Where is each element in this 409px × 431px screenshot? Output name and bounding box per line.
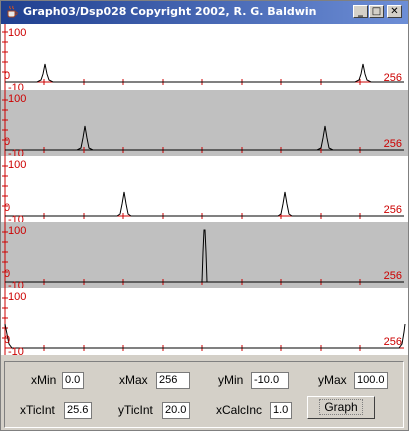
plot-3-trace [5,191,404,217]
plot-4-canvas [2,222,404,288]
plot-5-canvas [2,288,406,355]
ymin-label: yMin [218,373,244,387]
plot-4-y-zero-label: 0 [4,268,11,280]
xticint-label: xTicInt [20,403,55,417]
app-window: Graph03/Dsp028 Copyright 2002, R. G. Bal… [0,0,409,431]
plot-3-y-min-label: -10 [8,214,24,222]
plot-1-x-max-label: 256 [383,72,402,84]
plot-5-y-min-label: -10 [8,346,24,355]
plot-2-y-zero-label: 0 [4,136,11,148]
yticint-label: yTicInt [118,403,153,417]
plot-3-y-max-label: 100 [8,159,27,171]
plot-4-x-max-label: 256 [383,270,402,282]
plot-1-y-max-label: 100 [8,27,27,39]
plot-area: 100 0 -10 256 100 0 -10 256 100 0 -10 25… [1,24,408,355]
plot-3-x-max-label: 256 [383,204,402,216]
plot-4-trace [5,229,404,283]
plot-5: 100 0 -10 256 [1,288,408,355]
plot-1-y-min-label: -10 [8,82,24,90]
xmax-label: xMax [119,373,148,387]
controls-panel: xMin 0.0 xMax 256 yMin -10.0 yMax 100.0 … [4,361,404,428]
plot-4-y-min-label: -10 [8,280,24,288]
xmax-input[interactable]: 256 [156,372,190,389]
xticint-input[interactable]: 25.6 [64,402,92,419]
xmin-input[interactable]: 0.0 [62,372,84,389]
ymin-input[interactable]: -10.0 [251,372,289,389]
yticint-input[interactable]: 20.0 [162,402,190,419]
plot-3: 100 0 -10 256 [1,156,408,222]
plot-2-trace [5,125,404,151]
plot-1-canvas [2,24,404,90]
graph-button[interactable]: Graph [307,396,375,419]
plot-2-y-max-label: 100 [8,93,27,105]
ymax-label: yMax [318,373,347,387]
plot-1-y-zero-label: 0 [4,70,11,82]
minimize-button[interactable]: _ [353,5,368,18]
plot-5-x-max-label: 256 [383,336,402,348]
java-cup-icon [7,5,18,18]
plot-2-y-min-label: -10 [8,148,24,156]
plot-5-y-max-label: 100 [8,291,27,303]
xmin-label: xMin [31,373,57,387]
title-bar[interactable]: Graph03/Dsp028 Copyright 2002, R. G. Bal… [1,1,408,24]
plot-4-y-max-label: 100 [8,225,27,237]
plot-4: 100 0 -10 256 [1,222,408,288]
xcalcinc-label: xCalcInc [216,403,263,417]
plot-1: 100 0 -10 256 [1,24,408,90]
plot-1-trace [5,63,404,83]
plot-3-canvas [2,156,404,222]
plot-2-canvas [2,90,404,156]
plot-2: 100 0 -10 256 [1,90,408,156]
plot-5-y-zero-label: 0 [4,334,11,346]
plot-2-x-max-label: 256 [383,138,402,150]
ymax-input[interactable]: 100.0 [354,372,388,389]
close-button[interactable]: ✕ [387,5,402,18]
plot-5-trace [4,323,406,349]
graph-button-label: Graph [319,399,363,415]
xcalcinc-input[interactable]: 1.0 [270,402,292,419]
plot-3-y-zero-label: 0 [4,202,11,214]
window-title: Graph03/Dsp028 Copyright 2002, R. G. Bal… [23,5,317,18]
maximize-button[interactable]: □ [369,5,384,18]
